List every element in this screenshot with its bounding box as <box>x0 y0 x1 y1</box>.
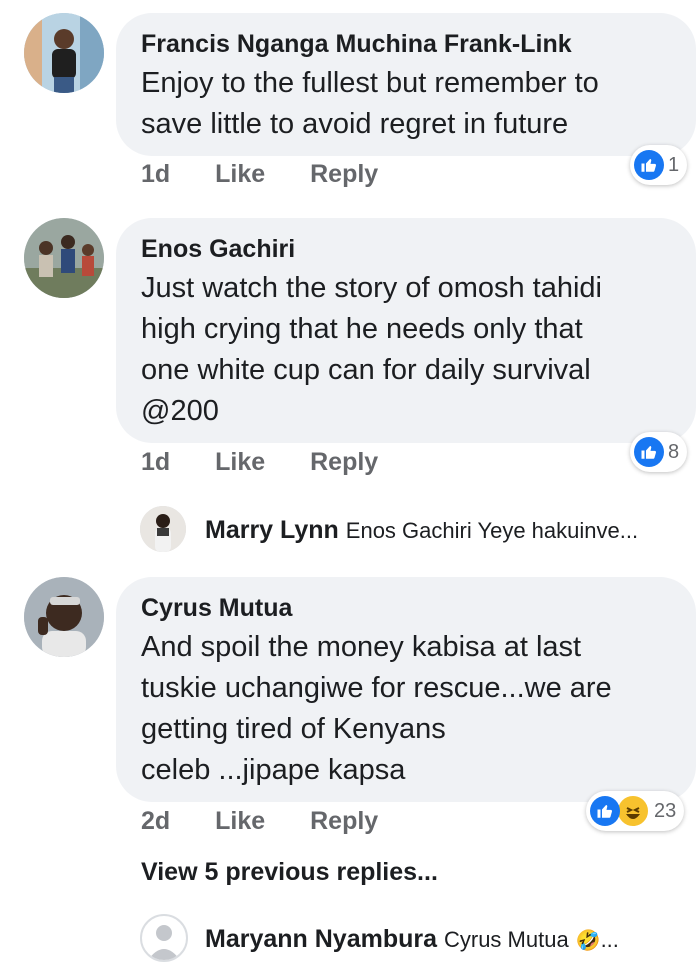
comment-author[interactable]: Cyrus Mutua <box>141 594 292 623</box>
comment-text: Enjoy to the fullest but remember to sav… <box>141 67 599 140</box>
reaction-summary[interactable]: 1 <box>630 145 688 185</box>
reply-button[interactable]: Reply <box>310 807 378 836</box>
comment-time[interactable]: 2d <box>141 807 170 836</box>
like-reaction-icon <box>634 437 664 467</box>
reaction-summary[interactable]: 23 <box>586 791 685 831</box>
comment-text: Just watch the story of omosh tahidi hig… <box>141 272 602 427</box>
comment-actions: 1d Like Reply <box>141 160 378 189</box>
reply-text-line: Marry Lynn Enos Gachiri Yeye hakuinve... <box>205 516 638 545</box>
avatar[interactable] <box>24 13 104 93</box>
avatar[interactable] <box>24 577 104 657</box>
comment-actions: 2d Like Reply <box>141 807 378 836</box>
comment-actions: 1d Like Reply <box>141 448 378 477</box>
reaction-count: 23 <box>654 799 677 822</box>
reply-button[interactable]: Reply <box>310 160 378 189</box>
reply-text: Cyrus Mutua <box>443 927 569 952</box>
like-reaction-icon <box>634 150 664 180</box>
comment-time[interactable]: 1d <box>141 448 170 477</box>
reply-author[interactable]: Maryann Nyambura <box>205 925 437 953</box>
like-reaction-icon <box>590 796 620 826</box>
comment-author[interactable]: Enos Gachiri <box>141 235 295 264</box>
comment-text: And spoil the money kabisa at last tuski… <box>141 631 612 786</box>
avatar[interactable] <box>140 506 186 552</box>
view-previous-replies-link[interactable]: View 5 previous replies... <box>141 858 438 887</box>
reaction-summary[interactable]: 8 <box>630 432 688 472</box>
reaction-count: 1 <box>668 153 680 176</box>
avatar[interactable] <box>140 914 188 962</box>
like-button[interactable]: Like <box>215 448 265 477</box>
comment-author[interactable]: Francis Nganga Muchina Frank-Link <box>141 30 572 59</box>
reply-author[interactable]: Marry Lynn <box>205 516 339 544</box>
avatar[interactable] <box>24 218 104 298</box>
reaction-count: 8 <box>668 440 680 463</box>
haha-reaction-icon <box>616 794 650 828</box>
comment-time[interactable]: 1d <box>141 160 170 189</box>
reply-button[interactable]: Reply <box>310 448 378 477</box>
reply-text: Enos Gachiri Yeye hakuinve... <box>345 518 639 543</box>
like-button[interactable]: Like <box>215 807 265 836</box>
like-button[interactable]: Like <box>215 160 265 189</box>
reply-text-line: Maryann Nyambura Cyrus Mutua 🤣... <box>205 925 619 954</box>
rolling-laughing-emoji: 🤣 <box>575 930 601 952</box>
reply-ellipsis: ... <box>600 927 619 952</box>
